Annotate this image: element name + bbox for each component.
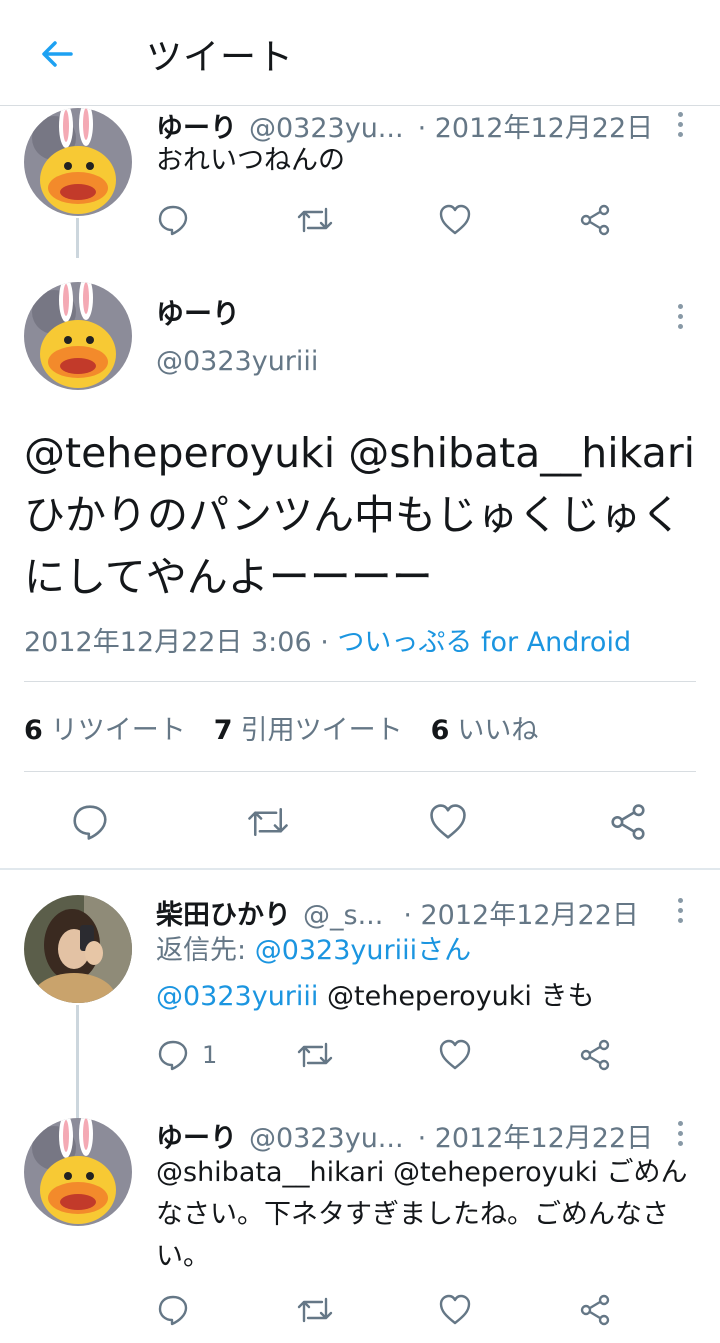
reply-icon	[73, 805, 107, 840]
reply-button[interactable]: 1	[156, 1033, 217, 1077]
retweet-icon	[297, 1042, 333, 1068]
more-options-icon[interactable]	[670, 104, 690, 144]
share-button[interactable]	[578, 1288, 612, 1332]
share-button[interactable]	[578, 198, 612, 242]
tweet-date[interactable]: · 2012年12月22日	[418, 1116, 654, 1155]
heart-icon	[439, 1294, 471, 1325]
reply-to-line: 返信先: @0323yuriiiさん	[156, 930, 696, 972]
tweet-text: @shibata__hikari @teheperoyuki ごめんなさい。下ネ…	[156, 1157, 688, 1272]
heart-icon	[430, 804, 466, 839]
reply-button[interactable]	[156, 1288, 190, 1332]
avatar[interactable]	[24, 895, 132, 1003]
top-app-bar: ツイート	[0, 0, 720, 106]
tweet-stats: 6 リツイート 7 引用ツイート 6 いいね	[24, 708, 538, 747]
tweet-actions: 1	[156, 1033, 636, 1077]
more-options-icon[interactable]	[670, 890, 690, 930]
chick-avatar-image	[24, 1118, 132, 1226]
tweet-text-body: @teheperoyuki きも	[318, 981, 595, 1012]
like-button[interactable]	[428, 800, 468, 844]
retweet-button[interactable]	[296, 198, 334, 242]
reply-to-label: 返信先:	[156, 935, 255, 966]
reply-button[interactable]	[70, 800, 110, 844]
retweet-button[interactable]	[296, 1288, 334, 1332]
tweet-header: 柴田ひかり @_s... · 2012年12月22日	[156, 893, 639, 932]
avatar[interactable]	[24, 282, 132, 390]
like-button[interactable]	[438, 1288, 472, 1332]
thread-line	[76, 1005, 79, 1120]
retweet-icon	[297, 1297, 333, 1323]
user-handle[interactable]: @_s...	[303, 900, 383, 931]
tweet-actions	[156, 1288, 636, 1332]
retweets-stat[interactable]: 6 リツイート	[24, 708, 186, 747]
chick-avatar-image	[24, 282, 132, 390]
reply-button[interactable]	[156, 198, 190, 242]
heart-icon	[439, 204, 471, 235]
tweet-date[interactable]: · 2012年12月22日	[403, 893, 639, 932]
user-handle[interactable]: @0323yuriii	[156, 346, 318, 377]
quotes-stat[interactable]: 7 引用ツイート	[214, 708, 403, 747]
tweet-meta: 2012年12月22日 3:06 · ついっぷる for Android	[24, 620, 631, 659]
share-icon	[580, 1039, 610, 1071]
back-arrow-icon	[42, 41, 73, 67]
chick-avatar-image	[24, 108, 132, 216]
divider	[24, 771, 696, 772]
page-title: ツイート	[146, 37, 295, 78]
share-button[interactable]	[578, 1033, 612, 1077]
display-name[interactable]: ゆーり	[156, 1116, 237, 1155]
display-name[interactable]: ゆーり	[156, 292, 240, 332]
reply-count: 1	[202, 1041, 218, 1069]
share-icon	[580, 204, 610, 236]
user-handle[interactable]: @0323yu...	[249, 1123, 404, 1154]
reply-icon	[158, 1040, 188, 1071]
retweet-icon	[297, 207, 333, 233]
retweet-button[interactable]	[246, 800, 290, 844]
display-name[interactable]: 柴田ひかり	[156, 893, 291, 932]
reply-icon	[158, 1295, 188, 1326]
reply-to-link[interactable]: @0323yuriiiさん	[255, 935, 471, 966]
share-button[interactable]	[608, 800, 648, 844]
back-button[interactable]	[30, 30, 84, 78]
heart-icon	[439, 1039, 471, 1070]
tweet-text: @0323yuriii @teheperoyuki きも	[156, 976, 696, 1018]
share-icon	[580, 1294, 610, 1326]
tweet-text: @teheperoyuki @shibata__hikari ひかりのパンツん中…	[24, 429, 696, 601]
avatar[interactable]	[24, 108, 132, 216]
retweet-button[interactable]	[296, 1033, 334, 1077]
retweet-icon	[248, 807, 288, 837]
divider	[24, 681, 696, 682]
tweet-header: ゆーり @0323yu... · 2012年12月22日	[156, 1116, 653, 1155]
more-options-icon[interactable]	[670, 1113, 690, 1153]
main-tweet-actions	[70, 800, 660, 844]
share-icon	[611, 804, 645, 840]
more-options-icon[interactable]	[670, 296, 690, 336]
reply-icon	[158, 205, 188, 236]
user-photo-avatar	[24, 895, 132, 1003]
thread-line	[76, 218, 79, 258]
tweet-timestamp[interactable]: 2012年12月22日 3:06 ·	[24, 627, 329, 658]
likes-stat[interactable]: 6 いいね	[431, 708, 539, 747]
mention-link[interactable]: @0323yuriii	[156, 981, 318, 1012]
like-button[interactable]	[438, 198, 472, 242]
avatar[interactable]	[24, 1118, 132, 1226]
tweet-actions	[156, 198, 636, 242]
tweet-source-link[interactable]: ついっぷる for Android	[337, 627, 631, 658]
tweet-text: おれいつねんの	[156, 145, 345, 176]
like-button[interactable]	[438, 1033, 472, 1077]
divider	[0, 868, 720, 870]
